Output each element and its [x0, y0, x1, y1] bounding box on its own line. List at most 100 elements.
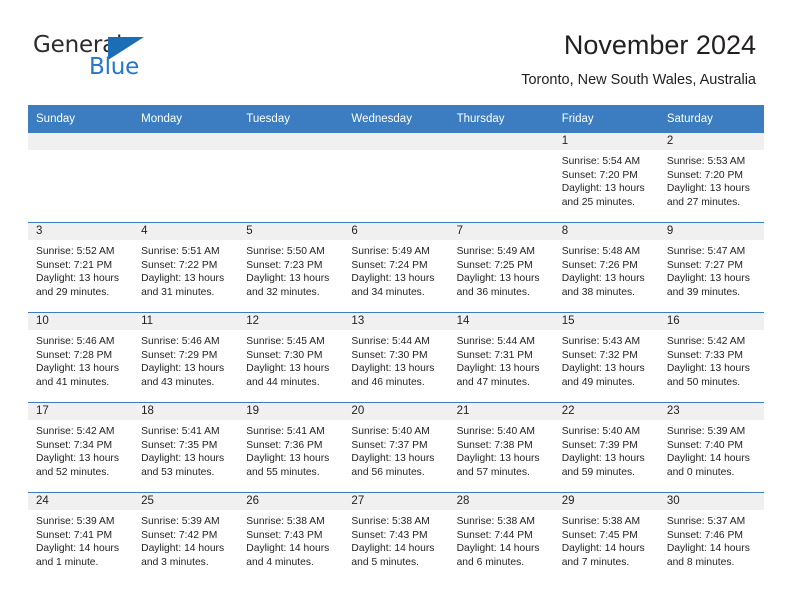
- calendar-day-cell[interactable]: 5 Sunrise: 5:50 AM Sunset: 7:23 PM Daylight…: [238, 222, 344, 313]
- calendar-day-cell[interactable]: 13 Sunrise: 5:44 AM Sunset: 7:30 PM Dayligh…: [343, 312, 449, 403]
- sunset-text: Sunset: 7:31 PM: [456, 349, 533, 361]
- day-number: 9: [658, 223, 764, 240]
- day-number: 25: [133, 493, 239, 510]
- sunset-text: Sunset: 7:37 PM: [351, 439, 428, 451]
- sunrise-text: Sunrise: 5:41 AM: [246, 426, 325, 437]
- sunset-text: Sunset: 7:34 PM: [36, 439, 113, 451]
- calendar-week-row: 10 Sunrise: 5:46 AM Sunset: 7:28 PM Dayligh…: [28, 312, 764, 403]
- calendar-day-cell[interactable]: 23 Sunrise: 5:39 AM Sunset: 7:40 PM Dayligh…: [658, 402, 764, 493]
- calendar-day-cell[interactable]: 7 Sunrise: 5:49 AM Sunset: 7:25 PM Daylight…: [448, 222, 554, 313]
- day-number: 30: [658, 493, 764, 510]
- calendar-day-cell[interactable]: 12 Sunrise: 5:45 AM Sunset: 7:30 PM Dayligh…: [238, 312, 344, 403]
- sunset-text: Sunset: 7:46 PM: [666, 529, 743, 541]
- weekday-header-friday: Friday: [553, 105, 659, 133]
- calendar-day-cell[interactable]: 28 Sunrise: 5:38 AM Sunset: 7:44 PM Dayligh…: [448, 492, 554, 582]
- calendar-day-cell[interactable]: 2 Sunrise: 5:53 AM Sunset: 7:20 PM Daylight…: [658, 133, 764, 223]
- calendar-day-cell[interactable]: 25 Sunrise: 5:39 AM Sunset: 7:42 PM Dayligh…: [133, 492, 239, 582]
- calendar-day-cell[interactable]: 15 Sunrise: 5:43 AM Sunset: 7:32 PM Dayligh…: [553, 312, 659, 403]
- calendar-day-cell[interactable]: 30 Sunrise: 5:37 AM Sunset: 7:46 PM Dayligh…: [658, 492, 764, 582]
- daylight-text: Daylight: 14 hours and 8 minutes.: [666, 543, 750, 568]
- sunset-text: Sunset: 7:30 PM: [246, 349, 323, 361]
- calendar-day-cell-empty: [133, 133, 239, 223]
- sunrise-text: Sunrise: 5:49 AM: [456, 246, 535, 257]
- day-details: Sunrise: 5:40 AM Sunset: 7:39 PM Daylight:…: [554, 420, 659, 479]
- day-details: Sunrise: 5:50 AM Sunset: 7:23 PM Daylight:…: [238, 240, 343, 299]
- calendar-day-cell[interactable]: 22 Sunrise: 5:40 AM Sunset: 7:39 PM Dayligh…: [553, 402, 659, 493]
- daylight-text: Daylight: 13 hours and 55 minutes.: [246, 453, 330, 478]
- weekday-header-saturday: Saturday: [658, 105, 764, 133]
- day-details: Sunrise: 5:38 AM Sunset: 7:43 PM Daylight:…: [343, 510, 448, 569]
- calendar-day-cell[interactable]: 18 Sunrise: 5:41 AM Sunset: 7:35 PM Dayligh…: [133, 402, 239, 493]
- location-subtitle: Toronto, New South Wales, Australia: [521, 72, 756, 88]
- day-number: 15: [553, 313, 659, 330]
- calendar-day-cell[interactable]: 9 Sunrise: 5:47 AM Sunset: 7:27 PM Daylight…: [658, 222, 764, 313]
- sunset-text: Sunset: 7:44 PM: [456, 529, 533, 541]
- sunset-text: Sunset: 7:24 PM: [351, 259, 428, 271]
- day-number: 20: [343, 403, 449, 420]
- sunset-text: Sunset: 7:43 PM: [351, 529, 428, 541]
- page-header: General Blue November 2024 Toronto, New …: [0, 0, 792, 100]
- daylight-text: Daylight: 13 hours and 46 minutes.: [351, 363, 435, 388]
- day-details: Sunrise: 5:38 AM Sunset: 7:45 PM Daylight:…: [554, 510, 659, 569]
- sunrise-text: Sunrise: 5:44 AM: [351, 336, 430, 347]
- day-details: Sunrise: 5:45 AM Sunset: 7:30 PM Daylight:…: [238, 330, 343, 389]
- daylight-text: Daylight: 13 hours and 36 minutes.: [456, 273, 540, 298]
- day-details: Sunrise: 5:39 AM Sunset: 7:41 PM Daylight:…: [28, 510, 133, 569]
- calendar-day-cell-empty: [448, 133, 554, 223]
- day-number: 10: [28, 313, 134, 330]
- day-number: 23: [658, 403, 764, 420]
- weekday-header-row: Sunday Monday Tuesday Wednesday Thursday…: [28, 105, 764, 133]
- day-details: Sunrise: 5:42 AM Sunset: 7:34 PM Daylight:…: [28, 420, 133, 479]
- calendar-day-cell[interactable]: 6 Sunrise: 5:49 AM Sunset: 7:24 PM Daylight…: [343, 222, 449, 313]
- day-details: Sunrise: 5:43 AM Sunset: 7:32 PM Daylight:…: [554, 330, 659, 389]
- calendar-day-cell[interactable]: 29 Sunrise: 5:38 AM Sunset: 7:45 PM Dayligh…: [553, 492, 659, 582]
- calendar-day-cell-empty: [238, 133, 344, 223]
- calendar-day-cell[interactable]: 17 Sunrise: 5:42 AM Sunset: 7:34 PM Dayligh…: [28, 402, 134, 493]
- sunset-text: Sunset: 7:21 PM: [36, 259, 113, 271]
- calendar-week-row: 1 Sunrise: 5:54 AM Sunset: 7:20 PM Daylight…: [28, 133, 764, 223]
- sunrise-text: Sunrise: 5:46 AM: [141, 336, 220, 347]
- sunset-text: Sunset: 7:20 PM: [561, 169, 638, 181]
- day-details: Sunrise: 5:44 AM Sunset: 7:31 PM Daylight:…: [449, 330, 554, 389]
- calendar-week-row: 24 Sunrise: 5:39 AM Sunset: 7:41 PM Dayligh…: [28, 492, 764, 582]
- day-number: 19: [238, 403, 344, 420]
- calendar-day-cell-empty: [28, 133, 134, 223]
- daylight-text: Daylight: 13 hours and 39 minutes.: [666, 273, 750, 298]
- calendar-day-cell[interactable]: 27 Sunrise: 5:38 AM Sunset: 7:43 PM Dayligh…: [343, 492, 449, 582]
- sunrise-text: Sunrise: 5:41 AM: [141, 426, 220, 437]
- calendar-day-cell[interactable]: 24 Sunrise: 5:39 AM Sunset: 7:41 PM Dayligh…: [28, 492, 134, 582]
- day-details: Sunrise: 5:37 AM Sunset: 7:46 PM Daylight:…: [659, 510, 764, 569]
- calendar-day-cell[interactable]: 14 Sunrise: 5:44 AM Sunset: 7:31 PM Dayligh…: [448, 312, 554, 403]
- day-details: Sunrise: 5:41 AM Sunset: 7:36 PM Daylight:…: [238, 420, 343, 479]
- sunset-text: Sunset: 7:38 PM: [456, 439, 533, 451]
- calendar-day-cell[interactable]: 1 Sunrise: 5:54 AM Sunset: 7:20 PM Daylight…: [553, 133, 659, 223]
- calendar-day-cell[interactable]: 26 Sunrise: 5:38 AM Sunset: 7:43 PM Dayligh…: [238, 492, 344, 582]
- brand-logo[interactable]: General Blue: [33, 32, 263, 88]
- calendar-day-cell[interactable]: 19 Sunrise: 5:41 AM Sunset: 7:36 PM Dayligh…: [238, 402, 344, 493]
- calendar-day-cell[interactable]: 21 Sunrise: 5:40 AM Sunset: 7:38 PM Dayligh…: [448, 402, 554, 493]
- day-number: 14: [448, 313, 554, 330]
- day-number: 18: [133, 403, 239, 420]
- day-details: Sunrise: 5:39 AM Sunset: 7:42 PM Daylight:…: [133, 510, 238, 569]
- day-details: Sunrise: 5:42 AM Sunset: 7:33 PM Daylight:…: [659, 330, 764, 389]
- calendar-day-cell[interactable]: 4 Sunrise: 5:51 AM Sunset: 7:22 PM Daylight…: [133, 222, 239, 313]
- daylight-text: Daylight: 13 hours and 25 minutes.: [561, 183, 645, 208]
- daylight-text: Daylight: 13 hours and 59 minutes.: [561, 453, 645, 478]
- daylight-text: Daylight: 13 hours and 49 minutes.: [561, 363, 645, 388]
- calendar-day-cell[interactable]: 3 Sunrise: 5:52 AM Sunset: 7:21 PM Daylight…: [28, 222, 134, 313]
- daylight-text: Daylight: 13 hours and 43 minutes.: [141, 363, 225, 388]
- calendar-day-cell[interactable]: 8 Sunrise: 5:48 AM Sunset: 7:26 PM Daylight…: [553, 222, 659, 313]
- calendar-day-cell[interactable]: 11 Sunrise: 5:46 AM Sunset: 7:29 PM Dayligh…: [133, 312, 239, 403]
- day-number: 5: [238, 223, 344, 240]
- calendar-day-cell[interactable]: 10 Sunrise: 5:46 AM Sunset: 7:28 PM Dayligh…: [28, 312, 134, 403]
- day-number: 4: [133, 223, 239, 240]
- sunset-text: Sunset: 7:23 PM: [246, 259, 323, 271]
- daylight-text: Daylight: 13 hours and 47 minutes.: [456, 363, 540, 388]
- sunrise-text: Sunrise: 5:52 AM: [36, 246, 115, 257]
- calendar-day-cell[interactable]: 16 Sunrise: 5:42 AM Sunset: 7:33 PM Dayligh…: [658, 312, 764, 403]
- sunrise-text: Sunrise: 5:49 AM: [351, 246, 430, 257]
- calendar-day-cell[interactable]: 20 Sunrise: 5:40 AM Sunset: 7:37 PM Dayligh…: [343, 402, 449, 493]
- daylight-text: Daylight: 13 hours and 57 minutes.: [456, 453, 540, 478]
- daylight-text: Daylight: 13 hours and 27 minutes.: [666, 183, 750, 208]
- weekday-header-monday: Monday: [133, 105, 239, 133]
